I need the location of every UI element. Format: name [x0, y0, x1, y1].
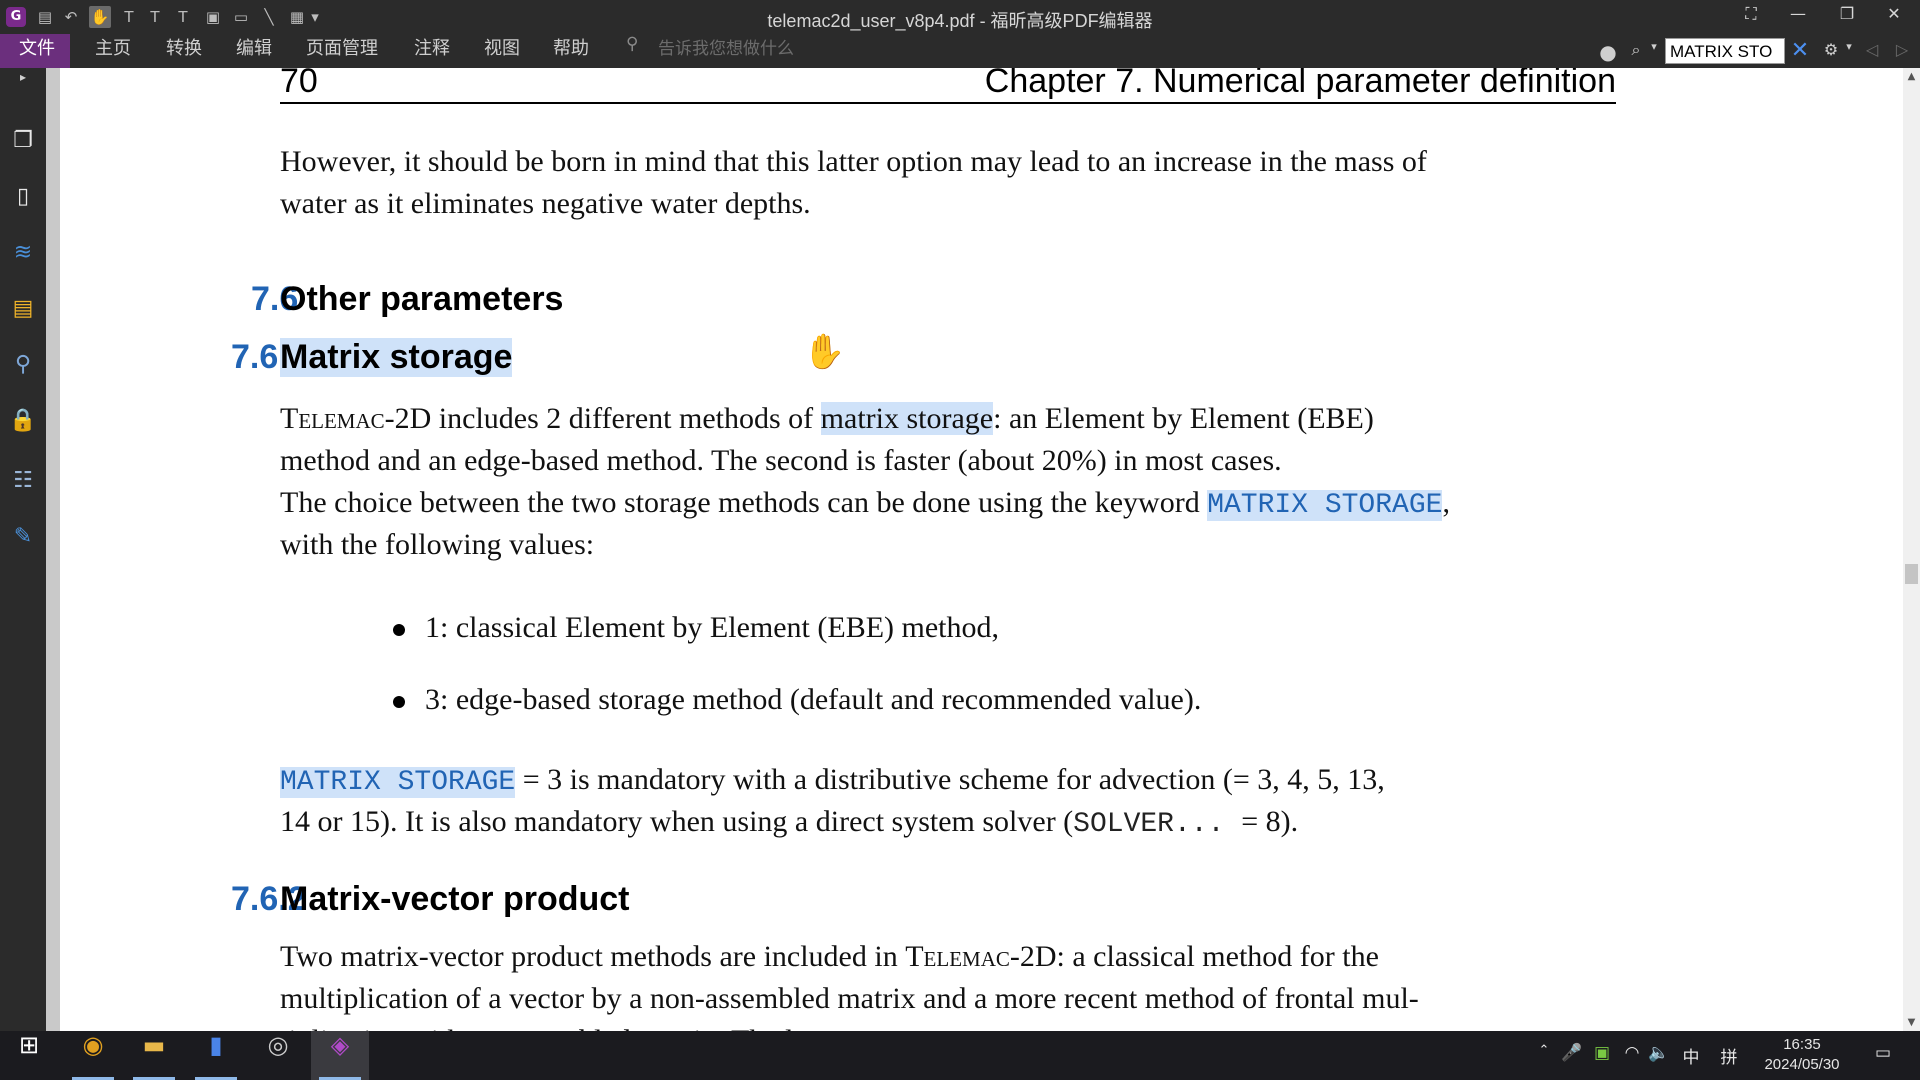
text-run: = 3 is mandatory with a distributive sch… — [515, 763, 1385, 796]
menu-view[interactable]: 视图 — [470, 34, 534, 68]
attachments-icon[interactable]: ⚲ — [8, 352, 38, 382]
menu-home[interactable]: 主页 — [81, 34, 145, 68]
search-options-icon[interactable]: ⌕ — [1625, 40, 1647, 62]
text-run: = 8). — [1241, 805, 1299, 838]
feedback-icon[interactable]: ● — [1597, 40, 1619, 64]
clear-search-icon[interactable]: ✕ — [1787, 38, 1813, 64]
body-text-line: multiplication of a vector by a non-asse… — [280, 982, 1419, 1015]
text-run: : an Element by Element (EBE) — [993, 402, 1374, 435]
clock-time: 16:35 — [1783, 1036, 1821, 1053]
menu-file[interactable]: 文件 — [0, 34, 70, 68]
body-text-line: The choice between the two storage metho… — [280, 482, 1620, 527]
microphone-icon[interactable]: 🎤 — [1561, 1043, 1583, 1067]
body-text-line: method and an edge-based method. The sec… — [280, 444, 1282, 477]
list-item-text: 3: edge-based storage method (default an… — [425, 683, 1202, 716]
expand-panel-icon[interactable]: ▸ — [8, 68, 38, 86]
scroll-up-icon[interactable]: ▲ — [1903, 68, 1920, 85]
bookmarks-icon[interactable]: ▯ — [8, 184, 38, 214]
menu-annotate[interactable]: 注释 — [400, 34, 464, 68]
next-result-icon[interactable]: ▷ — [1891, 40, 1913, 62]
content-panel-icon[interactable]: ☷ — [8, 468, 38, 498]
ime-mode[interactable]: 拼 — [1717, 1043, 1741, 1068]
text-run: The choice between the two storage metho… — [280, 486, 1208, 519]
search-input[interactable]: MATRIX STO — [1665, 38, 1785, 64]
keyword-highlight: MATRIX STORAGE — [1207, 490, 1443, 521]
ime-language[interactable]: 中 — [1679, 1043, 1703, 1068]
telemac-name: Telemac — [280, 402, 385, 435]
clock-date: 2024/05/30 — [1764, 1056, 1840, 1073]
search-dropdown-icon[interactable]: ▾ — [1648, 40, 1660, 62]
start-button-icon[interactable]: ⊞ — [0, 1031, 58, 1080]
title-bar: G ▤ ↶ ✋ T T T ▣ ▭ ╲ ▦ ▾ telemac2d_user_v… — [0, 0, 1920, 34]
wechat-icon[interactable]: ▣ — [1591, 1043, 1613, 1067]
show-hidden-icons-icon[interactable]: ⌃ — [1535, 1043, 1553, 1067]
docs-icon[interactable]: ▮ — [187, 1031, 245, 1080]
chrome-icon[interactable]: ◉ — [64, 1031, 122, 1080]
system-clock[interactable]: 16:35 2024/05/30 — [1752, 1035, 1852, 1075]
close-button[interactable]: ✕ — [1877, 4, 1911, 30]
body-text-line: MATRIX STORAGE = 3 is mandatory with a d… — [280, 759, 1620, 804]
section-title: Other parameters — [280, 280, 564, 318]
scroll-down-icon[interactable]: ▼ — [1903, 1014, 1920, 1031]
scrollbar-thumb[interactable] — [1905, 564, 1918, 584]
document-viewport[interactable]: 70 Chapter 7. Numerical parameter defini… — [60, 68, 1903, 1031]
tell-me-input[interactable]: 告诉我您想做什么 — [658, 34, 794, 68]
body-text-line: water as it eliminates negative water de… — [280, 187, 811, 220]
body-text-line: However, it should be born in mind that … — [280, 145, 1427, 178]
chapter-heading: Chapter 7. Numerical parameter definitio… — [984, 68, 1616, 100]
bullet-icon — [393, 624, 405, 636]
comments-icon[interactable]: ▤ — [8, 296, 38, 326]
settings-dropdown-icon[interactable]: ▾ — [1843, 40, 1855, 62]
vertical-scrollbar[interactable]: ▲ ▼ — [1903, 68, 1920, 1031]
menu-convert[interactable]: 转换 — [152, 34, 216, 68]
text-run: -2D includes 2 different methods of — [384, 402, 821, 435]
telemac-name: Telemac — [905, 940, 1010, 973]
previous-result-icon[interactable]: ◁ — [1861, 40, 1883, 62]
subsection-title: Matrix-vector product — [280, 880, 630, 918]
notifications-icon[interactable]: ▭ — [1868, 1043, 1898, 1067]
search-hit-highlight: matrix storage — [820, 402, 994, 435]
file-explorer-icon[interactable]: ▬ — [125, 1031, 183, 1080]
restore-button[interactable]: ❐ — [1830, 4, 1864, 30]
text-run: 14 or 15). It is also mandatory when usi… — [280, 805, 1074, 838]
window-title: telemac2d_user_v8p4.pdf - 福昕高级PDF编辑器 — [767, 11, 1153, 31]
fullscreen-icon[interactable]: ⛶ — [1734, 4, 1768, 30]
foxit-pdf-icon[interactable]: ◈ — [311, 1031, 369, 1080]
body-text-line: Telemac-2D includes 2 different methods … — [280, 398, 1620, 440]
text-run: Two matrix-vector product methods are in… — [280, 940, 906, 973]
subsection-title-highlighted: Matrix storage — [280, 338, 513, 377]
pages-panel-icon[interactable]: ❐ — [8, 128, 38, 158]
obs-icon[interactable]: ◎ — [249, 1031, 307, 1080]
navigation-sidebar: ▸ ❐ ▯ ≋ ▤ ⚲ 🔒 ☷ ✎ — [0, 68, 46, 1031]
text-run: , — [1442, 486, 1450, 519]
text-run: -2D: a classical method for the — [1009, 940, 1379, 973]
menu-help[interactable]: 帮助 — [539, 34, 603, 68]
body-text-line: Two matrix-vector product methods are in… — [280, 936, 1620, 978]
body-text-line: with the following values: — [280, 528, 595, 561]
list-item: 1: classical Element by Element (EBE) me… — [60, 607, 1500, 649]
menu-edit[interactable]: 编辑 — [222, 34, 286, 68]
menu-page-management[interactable]: 页面管理 — [292, 34, 392, 68]
minimize-button[interactable]: — — [1781, 4, 1815, 30]
bullet-icon — [393, 696, 405, 708]
settings-icon[interactable]: ⚙ — [1820, 40, 1842, 62]
list-item: 3: edge-based storage method (default an… — [60, 679, 1500, 721]
hand-cursor-icon: ✋ — [803, 332, 846, 372]
lightbulb-icon: ⚲ — [626, 34, 639, 54]
running-header: 70 Chapter 7. Numerical parameter defini… — [280, 68, 1616, 104]
keyword: SOLVER... — [1073, 809, 1242, 840]
sidebar-splitter[interactable] — [46, 68, 60, 1031]
layers-icon[interactable]: ≋ — [8, 240, 38, 270]
keyword-highlight: MATRIX STORAGE — [280, 767, 516, 798]
volume-icon[interactable]: 🔈 — [1648, 1043, 1670, 1067]
security-lock-icon[interactable]: 🔒 — [8, 408, 38, 438]
network-icon[interactable]: ◠ — [1621, 1043, 1643, 1067]
page-number: 70 — [280, 68, 318, 100]
body-text-line: 14 or 15). It is also mandatory when usi… — [280, 801, 1620, 846]
taskbar: ⊞ ◉ ▬ ▮ ◎ ◈ ⌃ 🎤 ▣ ◠ 🔈 中 拼 16:35 2024/05/… — [0, 1031, 1920, 1080]
signature-icon[interactable]: ✎ — [8, 524, 38, 554]
list-item-text: 1: classical Element by Element (EBE) me… — [425, 611, 999, 644]
body-text-line: tiplication with an assembled matrix. Th… — [280, 1020, 1620, 1031]
